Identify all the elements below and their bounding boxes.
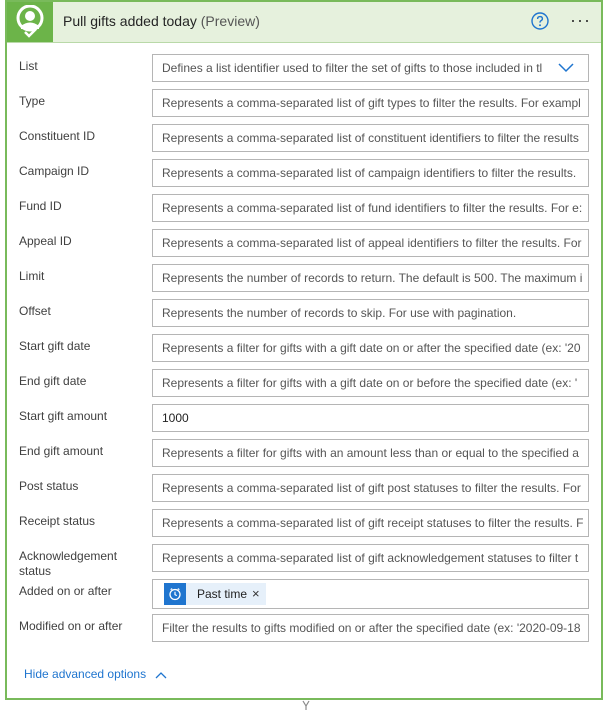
help-icon[interactable] <box>531 12 549 30</box>
field-label: End gift amount <box>19 444 104 458</box>
field-label: Limit <box>19 269 45 283</box>
field-row: Start gift date Represents a filter for g… <box>7 334 601 364</box>
field-row: Acknowledgement status Represents a comma… <box>7 544 601 578</box>
field-input[interactable]: Represents a comma-separated list of gif… <box>152 89 589 117</box>
flow-connector-arrow <box>302 700 310 710</box>
chevron-down-icon[interactable] <box>558 63 574 73</box>
field-label: Campaign ID <box>19 164 90 178</box>
list-dropdown[interactable]: Defines a list identifier used to filter… <box>152 54 589 82</box>
field-label: Added on or after <box>19 584 112 598</box>
field-input[interactable]: Represents the number of records to retu… <box>152 264 589 292</box>
card-header[interactable]: Pull gifts added today (Preview) ··· <box>7 2 601 43</box>
field-placeholder: Represents a comma-separated list of gif… <box>162 481 581 495</box>
remove-token-icon[interactable]: × <box>252 583 266 605</box>
field-placeholder: Represents a filter for gifts with an am… <box>162 446 579 460</box>
connector-logo <box>7 2 53 42</box>
field-input[interactable]: Represents the number of records to skip… <box>152 299 589 327</box>
field-placeholder: Represents the number of records to retu… <box>162 271 583 285</box>
field-input[interactable]: Represents a comma-separated list of cam… <box>152 159 589 187</box>
field-label: Offset <box>19 304 51 318</box>
field-label: Receipt status <box>19 514 96 528</box>
field-placeholder: Represents a comma-separated list of gif… <box>162 96 581 110</box>
field-input[interactable]: Represents a comma-separated list of app… <box>152 229 589 257</box>
field-row: Appeal ID Represents a comma-separated li… <box>7 229 601 259</box>
field-input[interactable]: Filter the results to gifts modified on … <box>152 614 589 642</box>
field-placeholder: Represents a filter for gifts with a gif… <box>162 341 581 355</box>
field-input[interactable]: Represents a comma-separated list of gif… <box>152 509 589 537</box>
field-label: Start gift amount <box>19 409 108 423</box>
field-label: List <box>19 59 38 73</box>
field-placeholder: Represents a comma-separated list of fun… <box>162 201 583 215</box>
field-row: Campaign ID Represents a comma-separated … <box>7 159 601 189</box>
field-input[interactable]: Represents a filter for gifts with an am… <box>152 439 589 467</box>
field-placeholder: Defines a list identifier used to filter… <box>162 61 543 75</box>
field-placeholder: Filter the results to gifts modified on … <box>162 621 581 635</box>
field-label: Type <box>19 94 46 108</box>
field-row: Constituent ID Represents a comma-separat… <box>7 124 601 154</box>
added-on-or-after-input[interactable]: Past time × <box>152 579 589 609</box>
field-input[interactable]: Represents a filter for gifts with a gif… <box>152 369 589 397</box>
field-placeholder: Represents a filter for gifts with a gif… <box>162 376 578 390</box>
field-label: End gift date <box>19 374 87 388</box>
field-row: End gift date Represents a filter for gif… <box>7 369 601 399</box>
field-row: Type Represents a comma-separated list of… <box>7 89 601 119</box>
field-label: Start gift date <box>19 339 91 353</box>
field-label: Post status <box>19 479 79 493</box>
field-label: Modified on or after <box>19 619 123 633</box>
toggle-label: Hide advanced options <box>24 667 147 681</box>
clock-icon <box>164 583 186 605</box>
field-placeholder: Represents a comma-separated list of app… <box>162 236 582 250</box>
field-placeholder: Represents a comma-separated list of cam… <box>162 166 577 180</box>
check-person-icon <box>16 5 44 38</box>
field-row: List Defines a list identifier used to fi… <box>7 54 601 84</box>
action-card: Pull gifts added today (Preview) ··· Lis… <box>5 0 603 700</box>
field-row: Fund ID Represents a comma-separated list… <box>7 194 601 224</box>
field-row: Limit Represents the number of records to… <box>7 264 601 294</box>
field-row: Modified on or after Filter the results t… <box>7 614 601 644</box>
start-gift-amount-input[interactable]: 1000 <box>152 404 589 432</box>
field-input[interactable]: Represents a filter for gifts with a gif… <box>152 334 589 362</box>
field-input[interactable]: Represents a comma-separated list of con… <box>152 124 589 152</box>
field-value: 1000 <box>162 411 189 425</box>
title-text: Pull gifts added today <box>63 13 197 29</box>
field-row: Added on or after Past time × <box>7 579 601 609</box>
field-label: Acknowledgement status <box>19 549 118 578</box>
field-placeholder: Represents a comma-separated list of con… <box>162 131 579 145</box>
card-title: Pull gifts added today (Preview) <box>63 13 260 29</box>
field-row: Offset Represents the number of records t… <box>7 299 601 329</box>
field-input[interactable]: Represents a comma-separated list of gif… <box>152 544 589 572</box>
field-input[interactable]: Represents a comma-separated list of gif… <box>152 474 589 502</box>
field-label: Fund ID <box>19 199 62 213</box>
field-placeholder: Represents the number of records to skip… <box>162 306 517 320</box>
field-placeholder: Represents a comma-separated list of gif… <box>162 551 579 565</box>
chevron-up-icon <box>155 671 167 679</box>
field-row: Post status Represents a comma-separated … <box>7 474 601 504</box>
dynamic-content-token[interactable]: Past time × <box>164 583 266 605</box>
field-row: End gift amount Represents a filter for g… <box>7 439 601 469</box>
token-label: Past time <box>197 587 248 601</box>
field-label: Appeal ID <box>19 234 72 248</box>
field-label: Constituent ID <box>19 129 96 143</box>
field-row: Receipt status Represents a comma-separat… <box>7 509 601 539</box>
more-options-icon[interactable]: ··· <box>570 11 591 29</box>
field-placeholder: Represents a comma-separated list of gif… <box>162 516 584 530</box>
field-row: Start gift amount 1000 <box>7 404 601 434</box>
hide-advanced-options-link[interactable]: Hide advanced options <box>24 667 167 681</box>
field-input[interactable]: Represents a comma-separated list of fun… <box>152 194 589 222</box>
preview-tag: (Preview) <box>200 13 260 29</box>
